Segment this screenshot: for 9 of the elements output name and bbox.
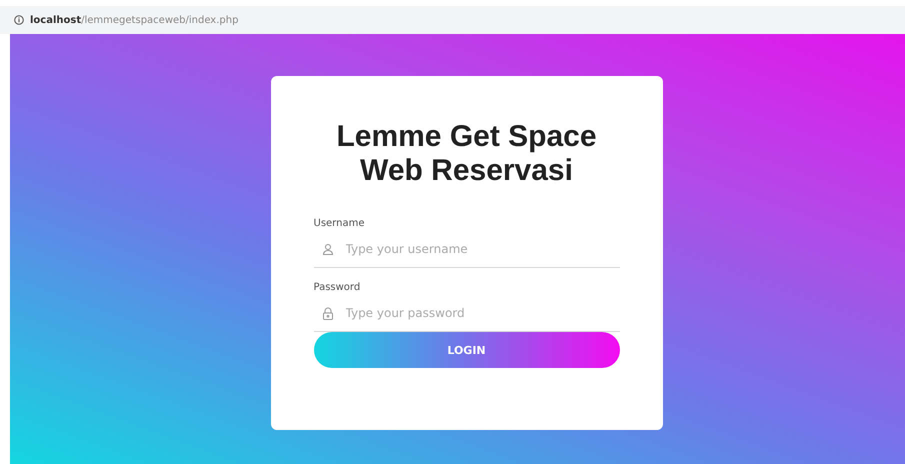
info-icon	[14, 15, 24, 25]
address-bar[interactable]: localhost/lemmegetspaceweb/index.php	[0, 6, 905, 34]
field-label: Password	[314, 282, 362, 293]
login-title: Lemme Get Space Web Reservasi	[335, 120, 598, 188]
url-text: localhost/lemmegetspaceweb/index.php	[30, 14, 238, 26]
login-button[interactable]: LOGIN	[314, 332, 620, 368]
user-icon	[322, 243, 334, 255]
field-label: Username	[314, 218, 366, 229]
lock-icon	[322, 306, 334, 320]
